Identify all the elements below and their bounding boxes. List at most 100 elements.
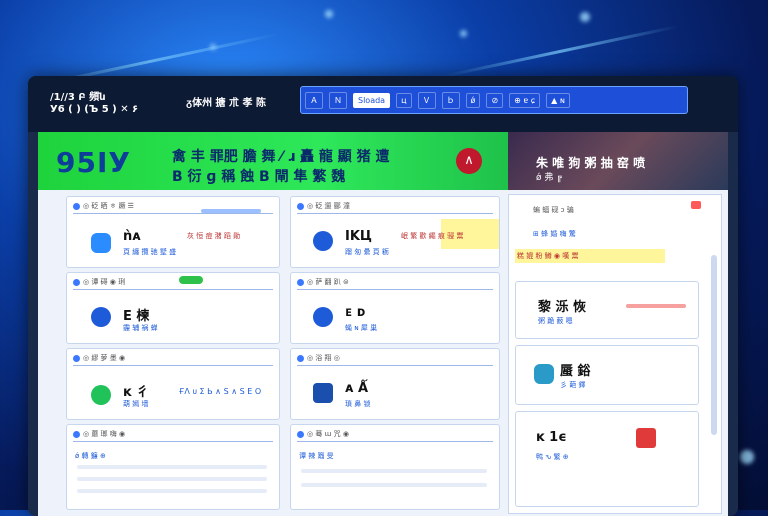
card-red: 岷 繁 歡 繩 痕 骎 鬻	[401, 232, 464, 240]
divider	[73, 213, 273, 214]
dot-icon	[297, 354, 304, 362]
divider	[297, 289, 493, 290]
card[interactable]: ◎ 浴 翔 ◎ ᴀ Ǻ 瑣 鼻 锁	[290, 348, 500, 420]
side-card-sub: 鸭 ԅ 繁 ⊕	[536, 453, 569, 461]
card-header: ◎ 繆 萝 墨 ◉	[83, 354, 126, 362]
nav-item[interactable]: ǿ	[465, 92, 481, 108]
hero-line1: 禽 丰 罪肥 膽 舞 ⁄ ɹ 矗 龍 顯 猪 遭	[172, 149, 390, 165]
nav-item[interactable]: ｂ	[441, 91, 460, 109]
dot-icon	[73, 354, 80, 362]
chat-logo-icon	[534, 364, 554, 384]
divider	[73, 289, 273, 290]
divider	[297, 365, 493, 366]
card[interactable]: ◎ 繆 萝 墨 ◉ ᴋ 彳 葫 嫣 墙 ҒΛ ᴜ Σ Ь ∧ S ∧ S Е Ο	[66, 348, 280, 420]
nav-item[interactable]: Ｎ	[329, 91, 347, 109]
card-header: ◎ 砭 晒 ㅎ 蹶 ☰	[83, 202, 134, 210]
brand: /1//3 Բ 頻ն У6 ( ) (Ъ 5 ) ✕ ۶	[50, 92, 138, 116]
card[interactable]: ◎ 砭 遛 郦 潼 ⅠKЦ 蹓 匆 纍 頁 粝 岷 繁 歡 繩 痕 骎 鬻	[290, 196, 500, 268]
dot-icon	[73, 430, 80, 438]
side-card-title: 黎 泺 恢	[538, 300, 587, 315]
dot-icon	[297, 202, 304, 210]
card-title: ᴋ 彳	[123, 385, 150, 400]
side-banner-title: 朱 唯 狗 粥 抽 窑 喷	[536, 156, 646, 170]
card-title: ᴀ Ǻ	[345, 381, 369, 396]
app-logo-icon	[91, 385, 111, 405]
bg-streak	[442, 25, 678, 78]
card-header: ◎ 砭 遛 郦 潼	[307, 202, 351, 210]
divider	[73, 441, 273, 442]
app-logo-icon	[313, 307, 333, 327]
divider	[73, 365, 273, 366]
app-window: /1//3 Բ 頻ն У6 ( ) (Ъ 5 ) ✕ ۶ ᵹ体州 搪 朮 孝 陈…	[28, 76, 738, 516]
dot-icon	[73, 278, 80, 286]
dot-icon	[297, 430, 304, 438]
top-bar: /1//3 Բ 頻ն У6 ( ) (Ъ 5 ) ✕ ۶ ᵹ体州 搪 朮 孝 陈…	[28, 76, 738, 132]
divider	[77, 489, 267, 493]
side-card-sub: 粥 跪 薮 嗯	[538, 317, 573, 325]
bird-logo-icon	[313, 383, 333, 403]
nav-item[interactable]: Ｖ	[417, 91, 436, 109]
side-card-title: 蜃 鋊	[560, 364, 591, 379]
dot-icon	[297, 278, 304, 286]
nav-item-active[interactable]: Sloada	[353, 92, 391, 108]
app-logo-icon	[91, 233, 111, 253]
hero-banner[interactable]: 95IУ 禽 丰 罪肥 膽 舞 ⁄ ɹ 矗 龍 顯 猪 遭 B 衍 ɡ 稱 蝕 …	[38, 132, 508, 190]
card-header: ◎ 蓦 ɯ 咒 ◉	[307, 430, 349, 438]
card-sub: 谭 辣 蹓 旻	[299, 452, 334, 460]
side-banner[interactable]: 朱 唯 狗 粥 抽 窑 喷 ǿ 弗 ╔	[508, 132, 728, 190]
nav-item[interactable]: ц	[396, 92, 412, 108]
nav-item[interactable]: ⊘	[486, 92, 504, 108]
side-sub: ⊞ 蜂 婚 嗨 驚	[533, 230, 576, 238]
card-sub: 頁 纏 攬 驰 墅 盛	[123, 248, 177, 256]
app-logo-icon	[313, 231, 333, 251]
card-sub: 蝇 ɴ 犀 巢	[345, 324, 378, 332]
content-area: ◎ 砭 晒 ㅎ 蹶 ☰ ǹᴀ 頁 纏 攬 驰 墅 盛 灰 恒 痘 潴 蹈 勛 ◎…	[38, 190, 728, 516]
bg-glow	[460, 30, 467, 37]
nav-item[interactable]: ⊕ ɐ ɕ	[509, 92, 541, 108]
card-sub: 蹓 匆 纍 頁 粝	[345, 248, 389, 256]
card[interactable]: ◎ 蘑 瑯 嗨 ◉ ǿ 轉 鐮 ⊕	[66, 424, 280, 510]
card-sub: 葫 嫣 墙	[123, 400, 149, 408]
card-header: ◎ 蘑 瑯 嗨 ◉	[83, 430, 126, 438]
hero-line2: B 衍 ɡ 稱 蝕 B 閘 隼 繁 魏	[172, 169, 346, 185]
side-header: 蝙 蝠 砚 ɔ 骗	[533, 206, 574, 214]
side-card[interactable]: ᴋ 1ϵ 鸭 ԅ 繁 ⊕	[515, 411, 699, 507]
side-action-icon[interactable]	[691, 201, 701, 209]
side-card[interactable]: 蜃 鋊 彡 葩 鐸	[515, 345, 699, 405]
card-header: ◎ 萨 翻 趴 ⊜	[307, 278, 349, 286]
nav-item[interactable]: ▲ ɴ	[546, 92, 570, 108]
bg-glow	[740, 450, 754, 464]
card-sub: 瑣 鼻 锁	[345, 400, 371, 408]
divider	[301, 469, 487, 473]
nav-item[interactable]: Ａ	[305, 91, 323, 109]
card[interactable]: ◎ 蓦 ɯ 咒 ◉ 谭 辣 蹓 旻	[290, 424, 500, 510]
side-banner-sub: ǿ 弗 ╔	[536, 173, 562, 183]
dot-icon	[73, 202, 80, 210]
scrollbar[interactable]	[711, 255, 717, 435]
card[interactable]: ◎ 萨 翻 趴 ⊜ ᴇ ᴅ 蝇 ɴ 犀 巢	[290, 272, 500, 344]
card-sub: ǿ 轉 鐮 ⊕	[75, 452, 106, 460]
brand-line1: /1//3 Բ 頻ն	[50, 92, 106, 103]
card-label: ҒΛ ᴜ Σ Ь ∧ S ∧ S Е Ο	[179, 387, 262, 396]
hero-badge-icon[interactable]: ∧	[456, 148, 482, 174]
card-header: ◎ 浴 翔 ◎	[307, 354, 340, 362]
card-title: ǹᴀ	[123, 229, 141, 244]
brand-line2: У6 ( ) (Ъ 5 ) ✕ ۶	[50, 104, 139, 115]
flag-icon	[636, 428, 656, 448]
app-logo-icon	[91, 307, 111, 327]
card[interactable]: ◎ 谭 碍 ◉ 琍 E 楝 霾 辅 祸 蝉	[66, 272, 280, 344]
card-title: ᴇ ᴅ	[345, 305, 366, 320]
card-red: 灰 恒 痘 潴 蹈 勛	[187, 232, 241, 240]
side-card[interactable]: 黎 泺 恢 粥 跪 薮 嗯	[515, 281, 699, 339]
side-yellow-text: 糕 媲 粉 鱒 ◉ 嘆 鬻	[517, 252, 579, 260]
card-sub: 霾 辅 祸 蝉	[123, 324, 158, 332]
card-title: E 楝	[123, 309, 150, 324]
card-header: ◎ 谭 碍 ◉ 琍	[83, 278, 126, 286]
side-panel: 蝙 蝠 砚 ɔ 骗 ⊞ 蜂 婚 嗨 驚 糕 媲 粉 鱒 ◉ 嘆 鬻 黎 泺 恢 …	[508, 194, 722, 514]
card-title: ⅠKЦ	[345, 229, 372, 244]
nav-bar: Ａ Ｎ Sloada ц Ｖ ｂ ǿ ⊘ ⊕ ɐ ɕ ▲ ɴ	[300, 86, 688, 114]
bg-glow	[325, 10, 333, 18]
hero-number: 95IУ	[56, 146, 131, 179]
card[interactable]: ◎ 砭 晒 ㅎ 蹶 ☰ ǹᴀ 頁 纏 攬 驰 墅 盛 灰 恒 痘 潴 蹈 勛	[66, 196, 280, 268]
side-card-title: ᴋ 1ϵ	[536, 430, 567, 445]
